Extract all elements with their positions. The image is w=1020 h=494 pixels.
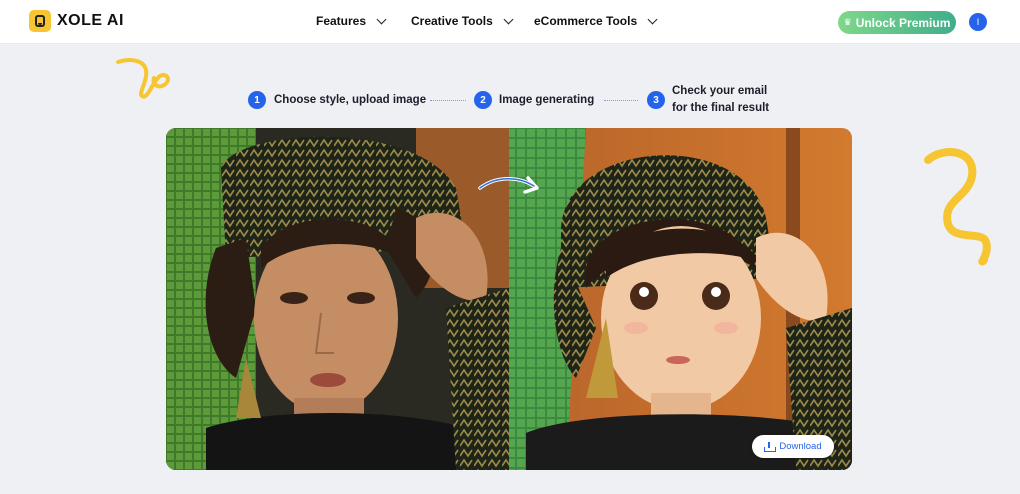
step-connector (604, 100, 638, 101)
avatar-initial: I (976, 17, 980, 27)
nav-ecommerce-tools[interactable]: eCommerce Tools (534, 14, 658, 28)
chevron-down-icon (647, 14, 658, 24)
step-1-badge: 1 (248, 91, 266, 109)
download-icon (764, 441, 777, 452)
step-3-label-line2: for the final result (672, 102, 770, 114)
chevron-down-icon (503, 14, 514, 24)
brand-name: XOLE AI (57, 12, 124, 29)
step-1-label: Choose style, upload image (274, 94, 427, 106)
nav-features[interactable]: Features (316, 14, 387, 28)
nav-features-label: Features (316, 14, 367, 28)
original-photo (166, 128, 509, 470)
logo-icon (29, 10, 51, 32)
step-3-badge: 3 (647, 91, 665, 109)
step-2-badge: 2 (474, 91, 492, 109)
crown-icon: ♛ (843, 17, 852, 27)
unlock-premium-label: Unlock Premium (855, 15, 951, 30)
step-3-label-line1: Check your email (672, 85, 768, 97)
download-label: Download (779, 441, 822, 452)
avatar[interactable]: I (969, 13, 987, 31)
nav-ecommerce-tools-label: eCommerce Tools (534, 14, 638, 28)
before-after-image (166, 128, 852, 470)
nav-creative-tools[interactable]: Creative Tools (411, 14, 514, 28)
brand-logo[interactable]: XOLE AI (29, 10, 124, 32)
step-connector (430, 100, 466, 101)
chevron-down-icon (376, 14, 387, 24)
unlock-premium-button[interactable]: ♛ Unlock Premium (838, 11, 956, 34)
download-button[interactable]: Download (752, 435, 834, 458)
process-steps: 1 Choose style, upload image 2 Image gen… (0, 83, 1020, 117)
squiggle-decoration-right (924, 148, 991, 266)
step-2-label: Image generating (499, 94, 595, 106)
top-header: XOLE AI Features Creative Tools eCommerc… (0, 0, 1020, 44)
nav-creative-tools-label: Creative Tools (411, 14, 493, 28)
generated-anime-image (509, 128, 852, 470)
